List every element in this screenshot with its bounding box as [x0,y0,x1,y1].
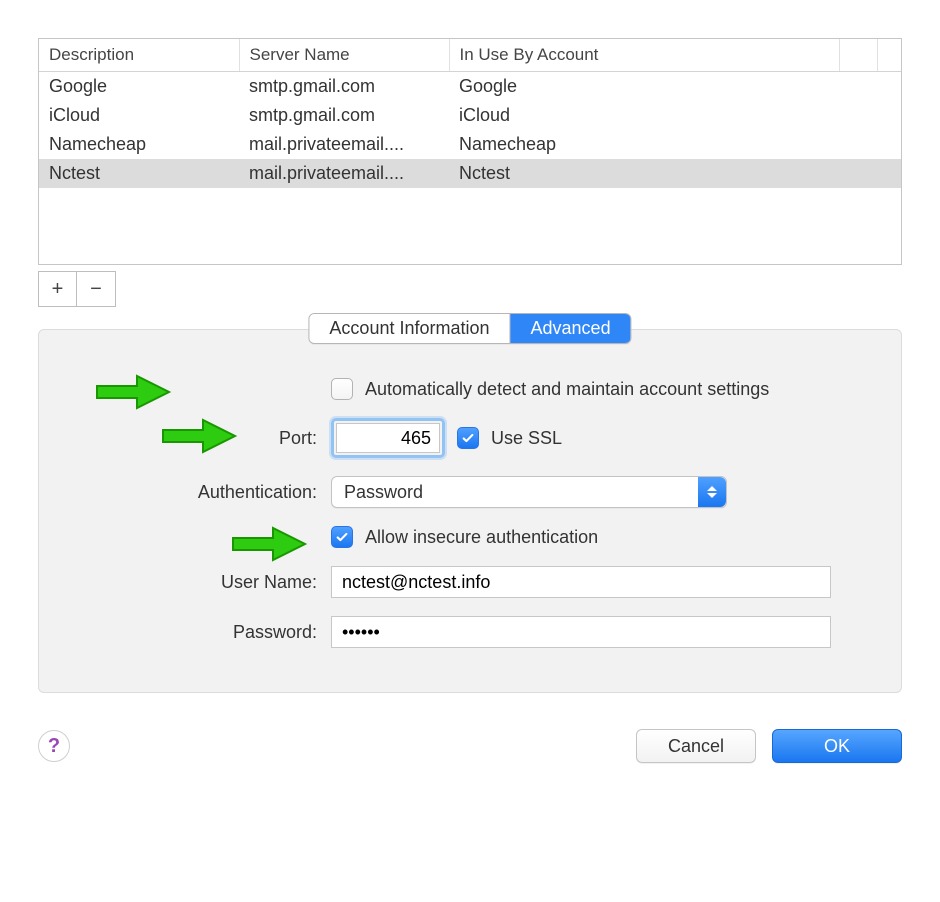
tab-account-information[interactable]: Account Information [309,314,510,343]
table-empty-area[interactable] [39,188,901,264]
tab-advanced[interactable]: Advanced [511,314,631,343]
port-focus-ring [331,418,445,458]
arrow-annotation-icon [93,372,173,412]
col-spacer-1 [839,39,877,72]
remove-button[interactable]: − [77,272,115,306]
use-ssl-label: Use SSL [491,428,562,449]
cancel-button[interactable]: Cancel [636,729,756,763]
help-button[interactable]: ? [38,730,70,762]
password-input[interactable] [331,616,831,648]
auto-detect-label: Automatically detect and maintain accoun… [365,379,769,400]
chevron-updown-icon [698,477,726,507]
col-in-use-by[interactable]: In Use By Account [449,39,839,72]
settings-panel: Account Information Advanced Automatical… [38,329,902,693]
cell-description: Nctest [39,159,239,188]
accounts-table-container: Description Server Name In Use By Accoun… [38,38,902,265]
authentication-value: Password [344,482,423,503]
cell-description: Namecheap [39,130,239,159]
accounts-table[interactable]: Description Server Name In Use By Accoun… [39,39,901,188]
cell-server: mail.privateemail.... [239,159,449,188]
cell-description: iCloud [39,101,239,130]
ok-button[interactable]: OK [772,729,902,763]
cell-account: Google [449,72,839,102]
add-remove-group: + − [38,271,116,307]
arrow-annotation-icon [229,524,309,564]
username-input[interactable] [331,566,831,598]
col-server-name[interactable]: Server Name [239,39,449,72]
authentication-label: Authentication: [99,482,331,503]
col-description[interactable]: Description [39,39,239,72]
table-row[interactable]: Nctestmail.privateemail....Nctest [39,159,901,188]
cell-account: Namecheap [449,130,839,159]
cell-account: Nctest [449,159,839,188]
cell-server: mail.privateemail.... [239,130,449,159]
table-row[interactable]: iCloudsmtp.gmail.comiCloud [39,101,901,130]
password-label: Password: [99,622,331,643]
cell-description: Google [39,72,239,102]
add-button[interactable]: + [39,272,77,306]
table-row[interactable]: Namecheapmail.privateemail....Namecheap [39,130,901,159]
cell-server: smtp.gmail.com [239,101,449,130]
cell-account: iCloud [449,101,839,130]
authentication-select[interactable]: Password [331,476,727,508]
use-ssl-checkbox[interactable] [457,427,479,449]
cell-server: smtp.gmail.com [239,72,449,102]
port-label: Port: [99,428,331,449]
table-row[interactable]: Googlesmtp.gmail.comGoogle [39,72,901,102]
auto-detect-checkbox[interactable] [331,378,353,400]
tabs: Account Information Advanced [308,313,631,344]
port-input[interactable] [336,423,440,453]
allow-insecure-checkbox[interactable] [331,526,353,548]
col-spacer-2 [877,39,901,72]
allow-insecure-label: Allow insecure authentication [365,527,598,548]
username-label: User Name: [99,572,331,593]
